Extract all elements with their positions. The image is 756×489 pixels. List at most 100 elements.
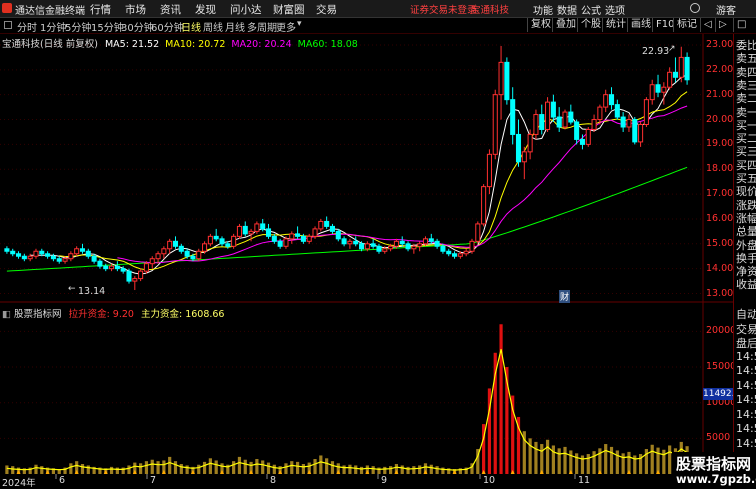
volume-bar xyxy=(208,458,212,474)
period-daily[interactable]: 日线 xyxy=(181,19,201,34)
side-panel-item[interactable]: 14:5 xyxy=(736,379,756,392)
draw-button[interactable]: 画线 xyxy=(627,18,654,32)
kline-chart[interactable] xyxy=(0,34,733,487)
candle xyxy=(452,251,458,259)
volume-bar xyxy=(214,460,218,474)
more-chevron-icon[interactable]: ▾ xyxy=(297,19,302,29)
indicator-title[interactable]: 股票指标网 xyxy=(14,309,62,320)
adjust-button[interactable]: 复权 xyxy=(527,18,554,32)
candle xyxy=(678,46,684,83)
candle xyxy=(399,236,405,247)
menu-item-trade[interactable]: 交易 xyxy=(316,2,337,17)
overlay-button[interactable]: 叠加 xyxy=(552,18,579,32)
volume-bar xyxy=(354,465,358,474)
menu-item-formula[interactable]: 公式 xyxy=(581,2,601,17)
next-icon[interactable]: ▷ xyxy=(715,18,730,32)
candle xyxy=(550,94,556,123)
candle xyxy=(126,268,132,284)
menu-item-ask[interactable]: 问小达 xyxy=(230,2,262,17)
side-panel-item[interactable]: 14:5 xyxy=(736,364,756,377)
menu-item-news[interactable]: 资讯 xyxy=(160,2,181,17)
menu-item-market[interactable]: 市场 xyxy=(125,2,146,17)
menu-item-options[interactable]: 选项 xyxy=(605,2,625,17)
volume-bar xyxy=(168,456,172,474)
ma10-label: MA10: 20.72 xyxy=(165,39,226,50)
login-notice[interactable]: 证券交易未登录 xyxy=(410,2,477,16)
volume-bar xyxy=(563,446,567,474)
side-panel-item[interactable]: 14:5 xyxy=(736,408,756,421)
menu-item-quotes[interactable]: 行情 xyxy=(90,2,111,17)
candle xyxy=(242,221,248,237)
fullscreen-icon[interactable]: □ xyxy=(733,18,749,32)
watermark: 股票指标网 www.7gpzb.com xyxy=(672,452,756,487)
main-legend: 宝通科技(日线 前复权) MA5: 21.52 MA10: 20.72 MA20… xyxy=(2,36,358,50)
candle xyxy=(295,226,301,239)
candle xyxy=(643,97,649,127)
stats-button[interactable]: 统计 xyxy=(602,18,629,32)
price-tick-label: 14.00 xyxy=(706,262,734,274)
candle xyxy=(545,97,551,132)
high-price-arrow-icon: ↗ xyxy=(668,44,676,54)
candle xyxy=(265,223,272,239)
stock-button[interactable]: 个股 xyxy=(577,18,604,32)
menu-item-discover[interactable]: 发现 xyxy=(195,2,216,17)
side-panel-item[interactable]: 收益 xyxy=(736,276,756,292)
side-panel-item[interactable]: 14:5 xyxy=(736,422,756,435)
prev-icon[interactable]: ◁ xyxy=(700,18,715,32)
finance-event-badge[interactable]: 财 xyxy=(559,290,571,303)
period-5min[interactable]: 5分钟 xyxy=(65,19,91,34)
period-monthly[interactable]: 月线 xyxy=(225,19,245,34)
candle xyxy=(219,236,225,247)
mark-button[interactable]: 标记 xyxy=(673,18,700,32)
date-tick-label: 11 xyxy=(578,475,591,486)
candle xyxy=(161,246,167,259)
period-15min[interactable]: 15分钟 xyxy=(91,19,124,34)
app-title: 通达信金融终端 xyxy=(15,6,85,17)
period-multi[interactable]: 多周期 xyxy=(247,19,277,34)
rally-fund-label: 拉升资金: 9.20 xyxy=(68,309,134,320)
period-more[interactable]: 更多 xyxy=(276,19,296,34)
user-icon[interactable] xyxy=(690,3,700,13)
watermark-title: 股票指标网 xyxy=(676,455,752,473)
period-30min[interactable]: 30分钟 xyxy=(121,19,154,34)
low-price-arrow-icon: ← xyxy=(68,284,76,294)
volume-bar xyxy=(604,444,608,474)
candle xyxy=(574,119,580,145)
side-panel-item[interactable]: 14:5 xyxy=(736,393,756,406)
volume-bar xyxy=(499,324,503,474)
side-panel-item[interactable]: 14:5 xyxy=(736,437,756,450)
candle xyxy=(667,67,673,90)
toolbar-toggle-icon[interactable] xyxy=(4,21,12,29)
candle xyxy=(603,89,609,113)
menu-item-wealth[interactable]: 财富圈 xyxy=(273,2,305,17)
period-intraday[interactable]: 分时 xyxy=(17,19,37,34)
period-weekly[interactable]: 周线 xyxy=(203,19,223,34)
candle xyxy=(614,99,620,120)
volume-bar xyxy=(301,464,305,474)
side-panel-item[interactable]: 14:5 xyxy=(736,350,756,363)
volume-bar xyxy=(261,460,265,474)
volume-bar xyxy=(540,444,544,474)
guest-label[interactable]: 游客 xyxy=(716,2,736,17)
price-tick-label: 13.00 xyxy=(706,287,734,299)
candle xyxy=(486,149,492,195)
sub-legend: ◧ 股票指标网 拉升资金: 9.20 主力资金: 1608.66 xyxy=(2,306,224,320)
candle xyxy=(620,112,626,132)
volume-bar xyxy=(545,439,550,474)
candle xyxy=(231,233,237,249)
candle xyxy=(510,87,516,145)
volume-bar xyxy=(668,445,672,474)
menu-item-functions[interactable]: 功能 xyxy=(533,2,553,17)
menu-item-data[interactable]: 数据 xyxy=(557,2,577,17)
period-60min[interactable]: 60分钟 xyxy=(151,19,184,34)
volume-tick-label: 15000 xyxy=(706,361,737,373)
volume-bar xyxy=(400,465,404,474)
indicator-collapse-icon[interactable]: ◧ xyxy=(2,309,11,320)
candle xyxy=(498,45,504,120)
volume-bar xyxy=(435,466,439,474)
period-1min[interactable]: 1分钟 xyxy=(40,19,66,34)
main-fund-label: 主力资金: 1608.66 xyxy=(140,309,225,320)
volume-bar xyxy=(418,465,422,474)
volume-tick-label: 20000 xyxy=(706,325,737,337)
volume-bar xyxy=(197,464,201,474)
